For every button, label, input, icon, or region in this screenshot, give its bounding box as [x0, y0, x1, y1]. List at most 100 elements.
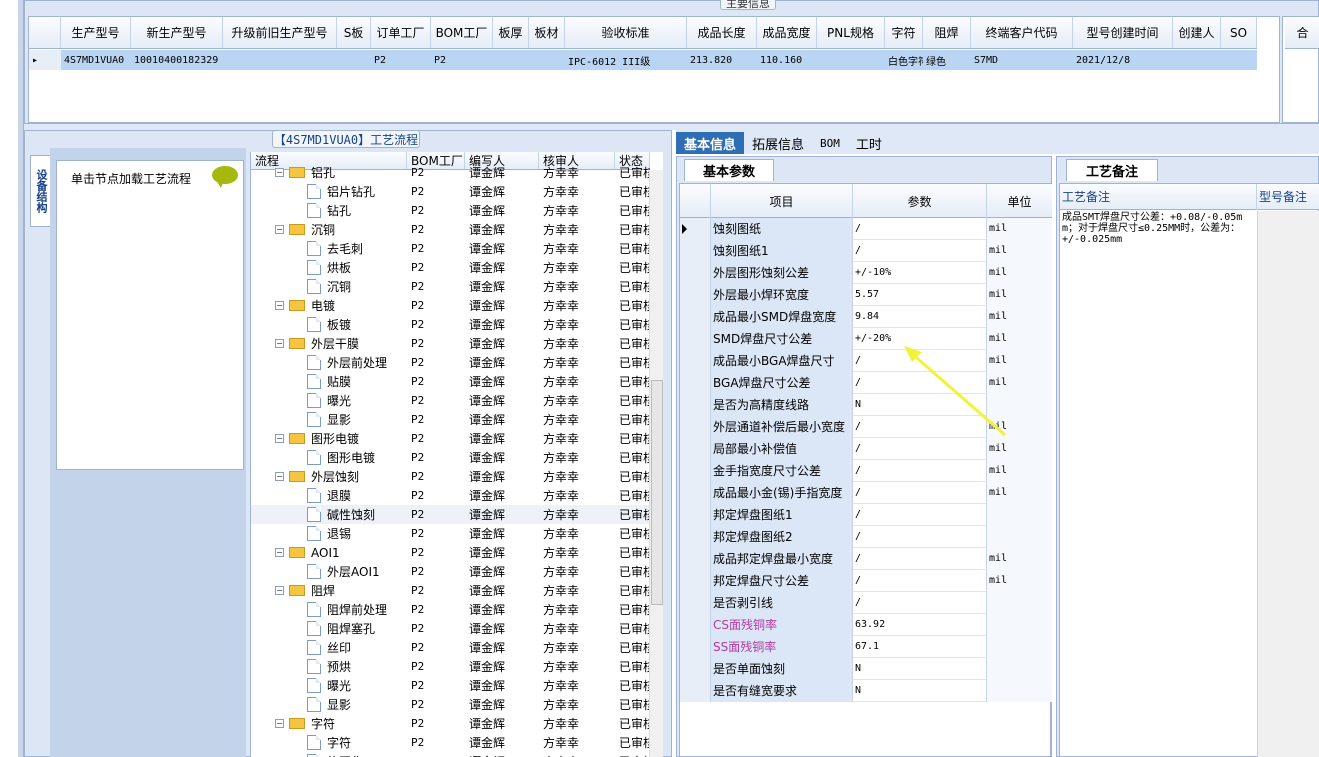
process-note-text[interactable]: 成品SMT焊盘尺寸公差：+0.08/-0.05mm；对于焊盘尺寸≤0.25MM时…: [1062, 212, 1244, 245]
main-info-cell[interactable]: P2: [431, 50, 493, 70]
param-value[interactable]: /: [853, 526, 987, 548]
tree-scrollbar-thumb[interactable]: [651, 380, 663, 605]
param-row[interactable]: 蚀刻图纸1/mil: [680, 240, 1052, 262]
tree-node-label[interactable]: 沉铜: [327, 278, 351, 295]
main-info-cell[interactable]: [1173, 50, 1221, 70]
main-info-cell[interactable]: [493, 50, 529, 70]
param-row[interactable]: 外层通道补偿后最小宽度 / mil: [680, 416, 1052, 438]
tree-node-label[interactable]: 碱性蚀刻: [327, 506, 375, 523]
param-row[interactable]: 局部最小补偿值 / mil: [680, 438, 1052, 460]
param-row[interactable]: 邦定焊盘图纸1/: [680, 504, 1052, 526]
main-info-cell[interactable]: S7MD: [971, 50, 1073, 70]
tree-row[interactable]: − 铝孔 P2 谭金辉 方幸幸 已审核: [251, 163, 663, 182]
main-info-cell[interactable]: IPC-6012 III级: [565, 50, 687, 70]
tree-toggle-icon[interactable]: −: [275, 548, 284, 557]
main-info-col-header[interactable]: 成品长度: [687, 17, 757, 48]
tree-row[interactable]: 显影 P2 谭金辉 方幸幸 已审核: [251, 410, 663, 429]
main-info-cell[interactable]: 2021/12/8: [1073, 50, 1173, 70]
main-info-col-header[interactable]: PNL规格: [817, 17, 885, 48]
tree-row[interactable]: 外层AOI1 P2 谭金辉 方幸幸 已审核: [251, 562, 663, 581]
tree-toggle-icon[interactable]: −: [275, 434, 284, 443]
tree-node-label[interactable]: 烘板: [327, 259, 351, 276]
main-info-col-header[interactable]: BOM工厂: [431, 17, 493, 48]
tree-node-label[interactable]: 铝片钻孔: [327, 183, 375, 200]
main-info-col-header[interactable]: 终端客户代码: [971, 17, 1073, 48]
tree-row[interactable]: 钻孔 P2 谭金辉 方幸幸 已审核: [251, 201, 663, 220]
main-info-col-header[interactable]: 阻焊: [923, 17, 971, 48]
info-tab[interactable]: 基本信息: [676, 132, 745, 154]
tree-node-label[interactable]: 沉铜: [311, 221, 335, 238]
param-value[interactable]: /: [853, 218, 987, 240]
tree-node-label[interactable]: 阻焊塞孔: [327, 620, 375, 637]
main-info-row[interactable]: ▸ 4S7MD1VUA0 10010400182329 P2 P2 IPC-6012 II…: [29, 50, 1257, 70]
tree-node-label[interactable]: 外层前处理: [327, 354, 387, 371]
param-row[interactable]: 成品最小SMD焊盘宽度 9.84 mil: [680, 306, 1052, 328]
speech-bubble-icon[interactable]: [212, 166, 238, 188]
main-info-col-header[interactable]: 型号创建时间: [1073, 17, 1173, 48]
tree-toggle-icon[interactable]: −: [275, 719, 284, 728]
tree-node-label[interactable]: 阻焊前处理: [327, 601, 387, 618]
tree-node-label[interactable]: 阻焊: [311, 582, 335, 599]
tree-row[interactable]: 字符 P2 谭金辉 方幸幸 已审核: [251, 733, 663, 752]
param-row[interactable]: 是否剥引线 /: [680, 592, 1052, 614]
tree-node-label[interactable]: 终固化: [327, 753, 363, 757]
main-info-cell[interactable]: [817, 50, 885, 70]
node-load-box[interactable]: 单击节点加载工艺流程: [56, 160, 244, 470]
main-info-col-header[interactable]: 验收标准: [565, 17, 687, 48]
tree-row[interactable]: − 字符 P2 谭金辉 方幸幸 已审核: [251, 714, 663, 733]
tree-row[interactable]: − 外层干膜 P2 谭金辉 方幸幸 已审核: [251, 334, 663, 353]
param-value[interactable]: /: [853, 504, 987, 526]
tree-node-label[interactable]: 铝孔: [311, 164, 335, 181]
tree-node-label[interactable]: 曝光: [327, 677, 351, 694]
main-info-cell[interactable]: 110.160: [757, 50, 817, 70]
info-tab[interactable]: 工时: [848, 132, 890, 154]
param-value[interactable]: 9.84: [853, 306, 987, 328]
tree-node-label[interactable]: 显影: [327, 696, 351, 713]
tree-row[interactable]: 贴膜 P2 谭金辉 方幸幸 已审核: [251, 372, 663, 391]
tree-row[interactable]: − AOI1 P2 谭金辉 方幸幸 已审核: [251, 543, 663, 562]
tree-node-label[interactable]: 外层蚀刻: [311, 468, 359, 485]
main-info-cell[interactable]: 4S7MD1VUA0: [61, 50, 131, 70]
main-info-col-header[interactable]: 创建人: [1173, 17, 1221, 48]
tree-toggle-icon[interactable]: −: [275, 301, 284, 310]
main-info-col-header[interactable]: 板厚: [493, 17, 529, 48]
main-info-cell[interactable]: 绿色: [923, 50, 971, 70]
tree-toggle-icon[interactable]: −: [275, 339, 284, 348]
tree-row[interactable]: 丝印 P2 谭金辉 方幸幸 已审核: [251, 638, 663, 657]
param-row[interactable]: 金手指宽度尺寸公差 / mil: [680, 460, 1052, 482]
main-info-col-header[interactable]: 字符: [885, 17, 923, 48]
tree-node-label[interactable]: 板镀: [327, 316, 351, 333]
tree-row[interactable]: 沉铜 P2 谭金辉 方幸幸 已审核: [251, 277, 663, 296]
tree-node-label[interactable]: 图形电镀: [327, 449, 375, 466]
tree-row[interactable]: 碱性蚀刻 P2 谭金辉 方幸幸 已审核: [251, 505, 663, 524]
param-row[interactable]: 外层最小焊环宽度 5.57 mil: [680, 284, 1052, 306]
tree-row[interactable]: 阻焊塞孔 P2 谭金辉 方幸幸 已审核: [251, 619, 663, 638]
main-info-col-header[interactable]: S板: [337, 17, 371, 48]
tree-toggle-icon[interactable]: −: [275, 472, 284, 481]
param-value[interactable]: 67.1: [853, 636, 987, 658]
main-info-col-header[interactable]: 板材: [529, 17, 565, 48]
info-tab[interactable]: 拓展信息: [744, 132, 812, 154]
main-info-cell[interactable]: [529, 50, 565, 70]
tree-node-label[interactable]: 钻孔: [327, 202, 351, 219]
tree-toggle-icon[interactable]: −: [275, 586, 284, 595]
tree-row[interactable]: − 外层蚀刻 P2 谭金辉 方幸幸 已审核: [251, 467, 663, 486]
tree-node-label[interactable]: 外层AOI1: [327, 563, 380, 580]
tree-node-label[interactable]: 显影: [327, 411, 351, 428]
tree-row[interactable]: 预烘 P2 谭金辉 方幸幸 已审核: [251, 657, 663, 676]
param-row[interactable]: SMD焊盘尺寸公差 +/-20% mil: [680, 328, 1052, 350]
tree-node-label[interactable]: 字符: [327, 734, 351, 751]
tree-node-label[interactable]: 图形电镀: [311, 430, 359, 447]
tree-node-label[interactable]: 去毛刺: [327, 240, 363, 257]
tree-row[interactable]: 退膜 P2 谭金辉 方幸幸 已审核: [251, 486, 663, 505]
tree-row[interactable]: − 电镀 P2 谭金辉 方幸幸 已审核: [251, 296, 663, 315]
param-row[interactable]: 邦定焊盘尺寸公差 / mil: [680, 570, 1052, 592]
tree-row[interactable]: − 阻焊 P2 谭金辉 方幸幸 已审核: [251, 581, 663, 600]
tree-node-label[interactable]: 曝光: [327, 392, 351, 409]
main-info-col-header[interactable]: 生产型号: [61, 17, 131, 48]
tree-row[interactable]: 图形电镀 P2 谭金辉 方幸幸 已审核: [251, 448, 663, 467]
device-structure-tab[interactable]: 设备结构: [30, 155, 50, 227]
param-row[interactable]: 成品邦定焊盘最小宽度 / mil: [680, 548, 1052, 570]
main-info-cell[interactable]: [337, 50, 371, 70]
tree-node-label[interactable]: 电镀: [311, 297, 335, 314]
